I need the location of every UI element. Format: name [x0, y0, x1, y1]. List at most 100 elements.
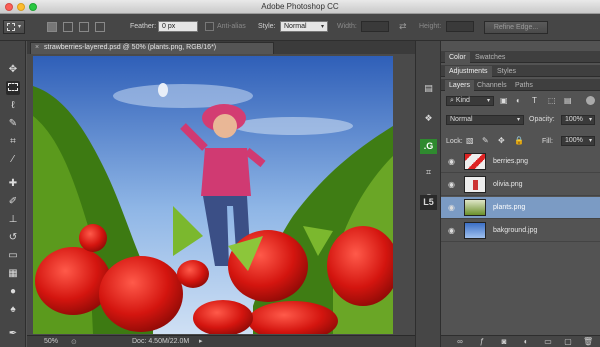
crop-tool-icon[interactable]: ⌗ [6, 135, 20, 149]
tab-color[interactable]: Color [445, 52, 470, 63]
tool-preset-picker[interactable]: ▾ [3, 20, 25, 34]
panel-icon-strip: ▤ ❖ .G ⌗ ¶ L5 [415, 41, 441, 347]
layer-thumbnail [464, 176, 486, 193]
eraser-tool-icon[interactable]: ▭ [6, 249, 20, 263]
lock-label: Lock: [446, 138, 463, 145]
clone-stamp-tool-icon[interactable]: ⊥ [6, 213, 20, 227]
swap-icon[interactable]: ⇄ [399, 21, 407, 32]
antialias-label: Anti-alias [217, 23, 246, 30]
tab-styles[interactable]: Styles [493, 66, 520, 77]
chevron-down-icon: ▾ [486, 98, 490, 104]
layer-mask-icon[interactable]: ◙ [499, 337, 509, 347]
intersect-selection-icon[interactable] [95, 22, 105, 32]
visibility-eye-icon[interactable]: ◉ [446, 203, 457, 212]
pen-tool-icon[interactable]: ✒ [6, 327, 20, 341]
new-selection-icon[interactable] [47, 22, 57, 32]
layer-filter-select[interactable]: ⌕ Kind ▾ [446, 96, 494, 106]
move-tool-icon[interactable]: ✥ [6, 63, 20, 77]
chevron-down-icon: ▾ [516, 117, 520, 123]
blur-tool-icon[interactable]: ● [6, 285, 20, 299]
style-select-value: Normal [284, 23, 307, 30]
subtract-from-selection-icon[interactable] [79, 22, 89, 32]
filter-shape-icon[interactable]: ⬚ [548, 96, 556, 105]
options-bar: ▾ Feather: 0 px Anti-alias Style: Normal… [0, 14, 600, 41]
filter-smart-object-icon[interactable]: ▤ [564, 96, 572, 105]
visibility-eye-icon[interactable]: ◉ [446, 180, 457, 189]
blend-mode-select[interactable]: Normal ▾ [446, 115, 524, 125]
healing-brush-tool-icon[interactable]: ✚ [6, 177, 20, 191]
properties-panel-icon[interactable]: ⌗ [420, 165, 437, 180]
lock-transparent-icon[interactable]: ▧ [466, 136, 474, 145]
zoom-level[interactable]: 50% [44, 338, 58, 345]
filter-toggle[interactable] [586, 96, 595, 105]
history-brush-tool-icon[interactable]: ↺ [6, 231, 20, 245]
document-tab[interactable]: × strawberries-layered.psd @ 50% (plants… [30, 42, 274, 54]
status-menu-icon[interactable]: ▸ [199, 337, 203, 345]
layer-thumbnail [464, 199, 486, 216]
style-select[interactable]: Normal ▾ [280, 21, 328, 32]
behance-panel-icon[interactable]: .G [420, 139, 437, 154]
brush-tool-icon[interactable]: ✐ [6, 195, 20, 209]
width-label: Width: [337, 23, 357, 30]
fill-value: 100% [565, 137, 583, 144]
rect-marquee-tool-icon[interactable] [6, 81, 20, 95]
lock-image-icon[interactable]: ✎ [482, 136, 489, 145]
gradient-tool-icon[interactable]: ▦ [6, 267, 20, 281]
layer-row[interactable]: ◉ bakground.jpg [441, 220, 600, 242]
link-layers-icon[interactable]: ∞ [455, 337, 465, 347]
fill-input[interactable]: 100% ▾ [561, 136, 595, 146]
layer-row[interactable]: ◉ olivia.png [441, 174, 600, 196]
chevron-down-icon: ▾ [320, 24, 324, 30]
add-to-selection-icon[interactable] [63, 22, 73, 32]
refine-edge-button[interactable]: Refine Edge... [484, 21, 548, 34]
height-label: Height: [419, 23, 442, 30]
brush-panel-icon[interactable]: ❖ [420, 111, 437, 126]
canvas-area[interactable] [27, 54, 415, 335]
lasso-tool-icon[interactable]: ℓ [6, 99, 20, 113]
layer-name: berries.png [493, 158, 529, 165]
trash-icon[interactable]: 🗑 [583, 337, 593, 347]
visibility-eye-icon[interactable]: ◉ [446, 157, 457, 166]
filter-adjustment-icon[interactable]: ◐ [516, 96, 521, 105]
dodge-tool-icon[interactable]: ♠ [6, 303, 20, 317]
chevron-down-icon: ▾ [588, 138, 592, 144]
layer-style-icon[interactable]: ƒ [477, 337, 487, 347]
layer-row[interactable]: ◉ berries.png [441, 151, 600, 173]
height-input[interactable] [446, 21, 474, 32]
search-icon: ⌕ [450, 97, 454, 104]
opacity-input[interactable]: 100% ▾ [561, 115, 595, 125]
quick-select-tool-icon[interactable]: ✎ [6, 117, 20, 131]
visibility-eye-icon[interactable]: ◉ [446, 226, 457, 235]
feather-input[interactable]: 0 px [158, 21, 198, 32]
layers-panel-tabs: Layers Channels Paths [441, 79, 600, 91]
tab-layers[interactable]: Layers [445, 80, 475, 91]
canvas-image[interactable] [33, 56, 393, 334]
document-tab-title: strawberries-layered.psd @ 50% (plants.p… [44, 44, 217, 51]
tab-paths[interactable]: Paths [511, 80, 537, 91]
layer-filter-value: Kind [455, 97, 470, 104]
chevron-down-icon: ▾ [18, 24, 22, 30]
right-panels: Color Swatches Adjustments Styles Layers… [441, 41, 600, 347]
close-tab-icon[interactable]: × [35, 44, 39, 51]
status-bar: 50% ⊙ Doc: 4.50M/22.0M ▸ [27, 335, 415, 347]
lock-position-icon[interactable]: ✥ [498, 136, 505, 145]
blend-mode-value: Normal [450, 116, 473, 123]
lock-all-icon[interactable]: 🔒 [514, 136, 524, 145]
tab-adjustments[interactable]: Adjustments [445, 66, 492, 77]
adjustment-layer-icon[interactable]: ◐ [521, 337, 531, 347]
layer-thumbnail [464, 222, 486, 239]
layer-row[interactable]: ◉ plants.png [441, 197, 600, 219]
new-group-icon[interactable]: ▭ [543, 337, 553, 347]
tab-channels[interactable]: Channels [473, 80, 511, 91]
filter-type-icon[interactable]: T [532, 96, 537, 105]
new-layer-icon[interactable]: ▢ [563, 337, 573, 347]
paragraph-panel-icon[interactable]: L5 [420, 195, 437, 210]
sync-icon[interactable]: ⊙ [71, 338, 77, 346]
history-panel-icon[interactable]: ▤ [420, 81, 437, 96]
width-input[interactable] [361, 21, 389, 32]
filter-pixel-icon[interactable]: ▣ [500, 96, 508, 105]
antialias-checkbox[interactable] [205, 22, 214, 31]
fill-label: Fill: [542, 138, 553, 145]
eyedropper-tool-icon[interactable]: ⁄ [6, 153, 20, 167]
tab-swatches[interactable]: Swatches [471, 52, 509, 63]
